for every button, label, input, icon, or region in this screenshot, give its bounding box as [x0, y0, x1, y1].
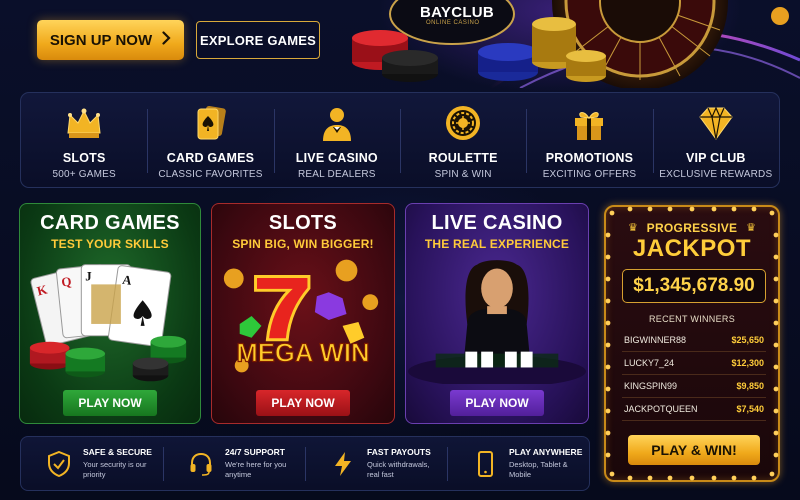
playing-cards-chips-art: K Q J A: [29, 264, 187, 382]
feature-desc: Quick withdrawals, real fast: [367, 460, 430, 479]
category-label: LIVE CASINO: [295, 151, 378, 165]
spade-card-icon: [197, 105, 227, 140]
feature-play-anywhere: PLAY ANYWHERE Desktop, Tablet & Mobile: [447, 437, 589, 490]
feature-title: SAFE & SECURE: [83, 447, 152, 457]
play-and-win-button[interactable]: PLAY & WIN!: [628, 435, 760, 465]
explore-games-button[interactable]: EXPLORE GAMES: [196, 21, 320, 59]
winner-row: JACKPOTQUEEN $7,540: [622, 398, 766, 421]
tile-title: LIVE CASINO: [431, 212, 563, 234]
mega-win-text: MEGA WIN: [236, 340, 369, 368]
bayclub-logo: BAYCLUB: [420, 4, 495, 21]
tile-subtitle: THE REAL EXPERIENCE: [424, 237, 570, 251]
live-casino-play-button[interactable]: PLAY NOW: [450, 390, 544, 416]
feature-support: 24/7 SUPPORT We're here for you anytime: [163, 437, 305, 490]
category-promotions[interactable]: PROMOTIONS EXCITING OFFERS: [526, 93, 652, 187]
category-label: VIP CLUB: [685, 151, 746, 165]
play-label: PLAY NOW: [271, 396, 335, 410]
winner-amount: $7,540: [736, 404, 764, 414]
winner-name: JACKPOTQUEEN: [624, 404, 698, 414]
winner-row: LUCKY7_24 $12,300: [622, 352, 766, 375]
casino-chips-roulette-art: [352, 0, 800, 88]
explore-games-label: EXPLORE GAMES: [199, 32, 316, 48]
winner-row: KINGSPIN99 $9,850: [622, 375, 766, 398]
svg-text:Q: Q: [61, 275, 72, 290]
category-sublabel: REAL DEALERS: [298, 169, 376, 180]
feature-title: 24/7 SUPPORT: [225, 447, 285, 457]
logo-subtitle: ONLINE CASINO: [426, 20, 480, 26]
category-label: CARD GAMES: [166, 151, 255, 165]
feature-fast-payouts: FAST PAYOUTS Quick withdrawals, real fas…: [305, 437, 447, 490]
category-sublabel: SPIN & WIN: [434, 169, 492, 180]
winner-row: BIGWINNER88 $25,650: [622, 329, 766, 352]
features-bar: SAFE & SECURE Your security is our prior…: [20, 436, 590, 491]
sign-up-label: SIGN UP NOW: [49, 31, 153, 49]
feature-desc: We're here for you anytime: [225, 460, 287, 479]
hero-header: SIGN UP NOW EXPLORE GAMES BAYCLUB ONLINE…: [0, 0, 800, 88]
recent-winners-label: RECENT WINNERS: [648, 314, 736, 324]
category-slots[interactable]: SLOTS 500+ GAMES: [21, 93, 147, 187]
category-label: SLOTS: [62, 151, 106, 165]
category-sublabel: EXCLUSIVE REWARDS: [659, 169, 773, 180]
tile-title: CARD GAMES: [40, 212, 180, 234]
feature-title: FAST PAYOUTS: [367, 447, 431, 457]
category-vip-club[interactable]: VIP CLUB EXCLUSIVE REWARDS: [652, 93, 779, 187]
play-label: PLAY NOW: [78, 396, 142, 410]
category-roulette[interactable]: ROULETTE SPIN & WIN: [399, 93, 526, 187]
card-games-tile[interactable]: CARD GAMES TEST YOUR SKILLS K Q J A PLAY…: [19, 203, 201, 424]
lightning-icon: [335, 452, 351, 476]
recent-winners-list: BIGWINNER88 $25,650 LUCKY7_24 $12,300 KI…: [622, 329, 766, 421]
gift-icon: [575, 112, 604, 140]
slot-seven-art: MEGA WIN: [223, 259, 379, 373]
diamond-icon: [699, 106, 733, 140]
roulette-icon: [446, 106, 481, 140]
crown-icon: [67, 108, 101, 138]
jackpot-amount: $1,345,678.90: [622, 269, 766, 303]
tile-subtitle: SPIN BIG, WIN BIGGER!: [232, 237, 374, 251]
category-sublabel: EXCITING OFFERS: [542, 169, 637, 180]
feature-title: PLAY ANYWHERE: [509, 447, 583, 457]
category-sublabel: 500+ GAMES: [52, 169, 116, 180]
slots-play-button[interactable]: PLAY NOW: [256, 390, 350, 416]
winner-name: KINGSPIN99: [624, 381, 678, 391]
feature-desc: Your security is our priority: [83, 460, 147, 479]
feature-desc: Desktop, Tablet & Mobile: [509, 460, 568, 479]
category-label: PROMOTIONS: [545, 151, 634, 165]
jackpot-title: JACKPOT: [632, 235, 752, 262]
winner-name: LUCKY7_24: [624, 358, 675, 368]
dealer-icon: [322, 108, 351, 141]
tile-title: SLOTS: [268, 212, 338, 234]
play-and-win-label: PLAY & WIN!: [651, 442, 737, 458]
shield-icon: [48, 451, 70, 477]
jackpot-amount-value: $1,345,678.90: [633, 275, 755, 296]
mobile-icon: [478, 451, 493, 477]
winner-amount: $9,850: [736, 381, 764, 391]
chevron-right-icon: [162, 31, 171, 49]
play-label: PLAY NOW: [465, 396, 529, 410]
headset-icon: [190, 452, 212, 476]
live-dealer-art: [408, 260, 586, 384]
sign-up-button[interactable]: SIGN UP NOW: [37, 20, 184, 60]
jackpot-progressive-label: PROGRESSIVE: [646, 221, 738, 235]
category-nav: SLOTS 500+ GAMES CARD GAMES CLASSIC FAVO…: [20, 92, 780, 188]
svg-text:J: J: [85, 269, 92, 283]
tile-subtitle: TEST YOUR SKILLS: [51, 237, 169, 251]
winner-amount: $12,300: [731, 358, 764, 368]
winner-name: BIGWINNER88: [624, 335, 687, 345]
category-live-casino[interactable]: LIVE CASINO REAL DEALERS: [273, 93, 400, 187]
card-games-play-button[interactable]: PLAY NOW: [63, 390, 157, 416]
category-label: ROULETTE: [428, 151, 498, 165]
category-sublabel: CLASSIC FAVORITES: [158, 169, 263, 180]
category-card-games[interactable]: CARD GAMES CLASSIC FAVORITES: [147, 93, 273, 187]
feature-safe-secure: SAFE & SECURE Your security is our prior…: [21, 437, 163, 490]
winner-amount: $25,650: [731, 335, 764, 345]
live-casino-tile[interactable]: LIVE CASINO THE REAL EXPERIENCE PLAY NOW: [405, 203, 589, 424]
slots-tile[interactable]: SLOTS SPIN BIG, WIN BIGGER! MEGA WIN PLA…: [211, 203, 395, 424]
progressive-jackpot-panel: ♛ ♛ PROGRESSIVE JACKPOT $1,345,678.90 RE…: [604, 205, 780, 482]
